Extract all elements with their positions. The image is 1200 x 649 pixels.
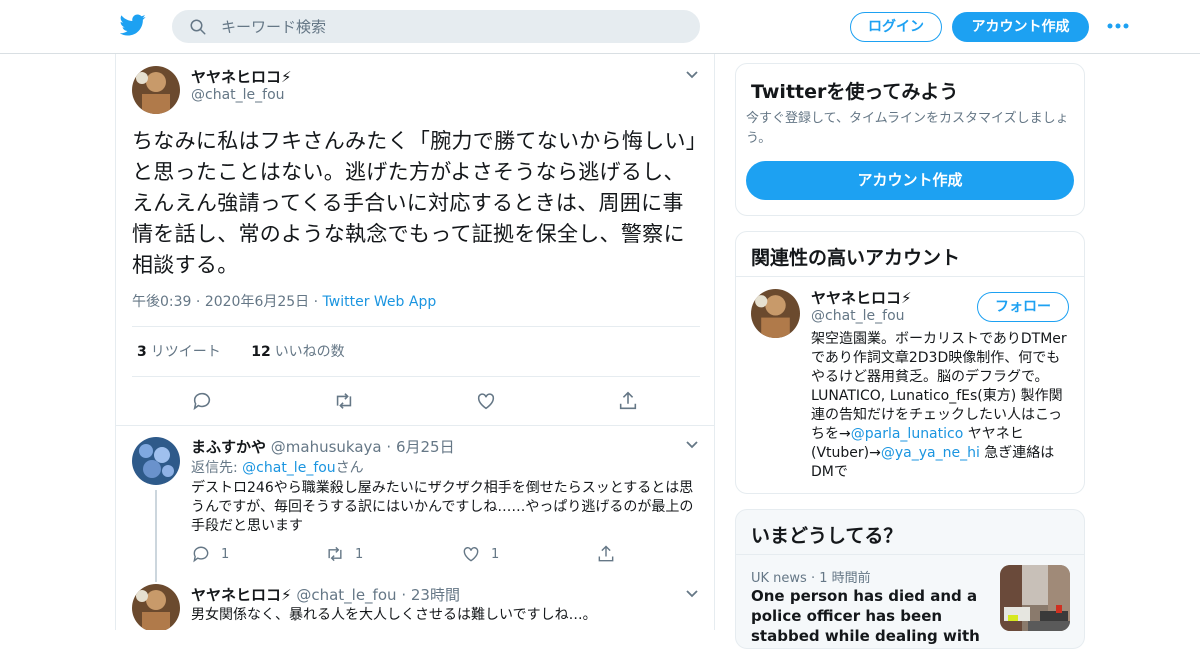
related-accounts-card: 関連性の高いアカウント ヤヤネヒロコ⚡ @chat_le_fou フォロー 架空… bbox=[735, 231, 1085, 494]
search-input[interactable] bbox=[221, 15, 681, 39]
divider bbox=[736, 554, 1084, 555]
divider bbox=[116, 425, 714, 426]
share-icon[interactable] bbox=[596, 544, 616, 564]
divider bbox=[736, 276, 1084, 277]
more-icon[interactable] bbox=[1106, 19, 1130, 33]
chevron-down-icon[interactable] bbox=[685, 440, 699, 450]
tweet-author-name[interactable]: ヤヤネヒロコ⚡ bbox=[191, 66, 292, 87]
like-icon[interactable] bbox=[461, 544, 481, 564]
reply-header: ヤヤネヒロコ⚡ @chat_le_fou · 23時間 bbox=[191, 586, 460, 604]
avatar[interactable] bbox=[132, 66, 180, 114]
trends-title: いまどうしてる？ bbox=[751, 525, 903, 547]
reply-time[interactable]: 6月25日 bbox=[396, 438, 455, 456]
search-icon bbox=[190, 19, 206, 35]
bio-link[interactable]: @parla_lunatico bbox=[851, 426, 964, 442]
bio-link[interactable]: @ya_ya_ne_hi bbox=[881, 445, 980, 461]
retweet-count: 3 bbox=[137, 344, 147, 360]
tweet-time: 午後0:39 bbox=[132, 294, 192, 310]
reply-to-link[interactable]: @chat_le_fou bbox=[242, 460, 336, 476]
follow-button[interactable]: フォロー bbox=[977, 292, 1069, 322]
retweet-icon[interactable] bbox=[325, 544, 345, 564]
reply-text: デストロ246やら職業殺し屋みたいにザクザク相手を倒せたらスッとするとは思うんで… bbox=[191, 480, 694, 534]
login-button[interactable]: ログイン bbox=[850, 12, 942, 42]
reply-author-name[interactable]: まふすかや bbox=[191, 438, 266, 456]
trend-headline[interactable]: One person has died and a police officer… bbox=[751, 586, 991, 648]
reply-author-name[interactable]: ヤヤネヒロコ⚡ bbox=[191, 586, 292, 604]
trend-meta: UK news · 1 時間前 bbox=[751, 571, 871, 586]
trend-time: 1 時間前 bbox=[819, 571, 871, 586]
reply-header: まふすかや @mahusukaya · 6月25日 bbox=[191, 438, 455, 456]
trend-thumbnail-image bbox=[1000, 565, 1070, 631]
like-icon[interactable] bbox=[475, 390, 497, 412]
avatar[interactable] bbox=[751, 289, 800, 338]
avatar-image bbox=[132, 66, 180, 114]
reply-icon[interactable] bbox=[191, 544, 211, 564]
search-box[interactable] bbox=[172, 10, 700, 43]
like-stat[interactable]: 12 いいねの数 bbox=[251, 344, 344, 360]
avatar-image bbox=[751, 289, 800, 338]
tweet-text: ちなみに私はフキさんみたく「腕力で勝てないから悔しい」と思ったことはない。逃げた… bbox=[132, 129, 697, 277]
thread-line bbox=[155, 490, 157, 582]
timeline: ヤヤネヒロコ⚡ @chat_le_fou ちなみに私はフキさんみたく「腕力で勝て… bbox=[115, 54, 715, 630]
avatar-image bbox=[132, 584, 180, 630]
divider bbox=[132, 326, 700, 327]
retweet-count: 1 bbox=[355, 546, 364, 562]
reply-to: 返信先: @chat_le_fouさん bbox=[191, 457, 364, 477]
account-bio: 架空造園業。ボーカリストでありDTMerであり作詞文章2D3D映像制作、何でもや… bbox=[811, 330, 1069, 482]
like-count: 12 bbox=[251, 344, 271, 360]
tweet-stats: 3 リツイート 12 いいねの数 bbox=[137, 341, 371, 361]
top-bar: ログイン アカウント作成 bbox=[0, 0, 1200, 54]
trend-category: UK news bbox=[751, 571, 807, 586]
signup-card-description: 今すぐ登録して、タイムラインをカスタマイズしましょう。 bbox=[746, 111, 1069, 146]
reply-action-like[interactable]: 1 bbox=[461, 544, 499, 564]
avatar[interactable] bbox=[132, 584, 180, 630]
divider bbox=[132, 376, 700, 377]
reply-author-handle[interactable]: @mahusukaya bbox=[271, 438, 382, 456]
like-label: いいねの数 bbox=[274, 344, 345, 360]
tweet-actions bbox=[191, 390, 641, 412]
reply-action-retweet[interactable]: 1 bbox=[325, 544, 363, 564]
retweet-icon[interactable] bbox=[333, 390, 355, 412]
signup-card: Twitterを使ってみよう 今すぐ登録して、タイムラインをカスタマイズしましょ… bbox=[735, 63, 1085, 216]
like-count: 1 bbox=[491, 546, 500, 562]
reply-text: 男女関係なく、暴れる人を大人しくさせるは難しいですしね…。 bbox=[191, 607, 597, 623]
tweet-date: 2020年6月25日 bbox=[204, 294, 310, 310]
chevron-down-icon[interactable] bbox=[685, 70, 699, 80]
chevron-down-icon[interactable] bbox=[685, 589, 699, 599]
account-handle[interactable]: @chat_le_fou bbox=[811, 308, 905, 324]
tweet-source-link[interactable]: Twitter Web App bbox=[323, 294, 437, 310]
reply-to-suffix: さん bbox=[335, 460, 364, 476]
trend-image[interactable] bbox=[1000, 565, 1070, 631]
account-name[interactable]: ヤヤネヒロコ⚡ bbox=[811, 287, 912, 308]
retweet-label: リツイート bbox=[150, 344, 221, 360]
related-accounts-title: 関連性の高いアカウント bbox=[751, 247, 961, 269]
tweet-meta: 午後0:39 · 2020年6月25日 · Twitter Web App bbox=[132, 294, 437, 310]
signup-card-title: Twitterを使ってみよう bbox=[751, 81, 959, 103]
signup-button[interactable]: アカウント作成 bbox=[952, 12, 1089, 42]
tweet-author-handle[interactable]: @chat_le_fou bbox=[191, 87, 285, 103]
reply-count: 1 bbox=[221, 546, 230, 562]
avatar-image bbox=[132, 437, 180, 485]
twitter-logo-icon[interactable] bbox=[120, 12, 146, 38]
reply-time[interactable]: 23時間 bbox=[411, 586, 460, 604]
reply-action-reply[interactable]: 1 bbox=[191, 544, 229, 564]
trends-card: いまどうしてる？ UK news · 1 時間前 One person has … bbox=[735, 509, 1085, 649]
avatar[interactable] bbox=[132, 437, 180, 485]
reply-to-label: 返信先: bbox=[191, 460, 238, 476]
reply-action-share[interactable] bbox=[596, 544, 616, 564]
share-icon[interactable] bbox=[617, 390, 639, 412]
retweet-stat[interactable]: 3 リツイート bbox=[137, 344, 221, 360]
signup-card-button[interactable]: アカウント作成 bbox=[746, 161, 1074, 200]
reply-icon[interactable] bbox=[191, 390, 213, 412]
reply-author-handle[interactable]: @chat_le_fou bbox=[296, 586, 396, 604]
